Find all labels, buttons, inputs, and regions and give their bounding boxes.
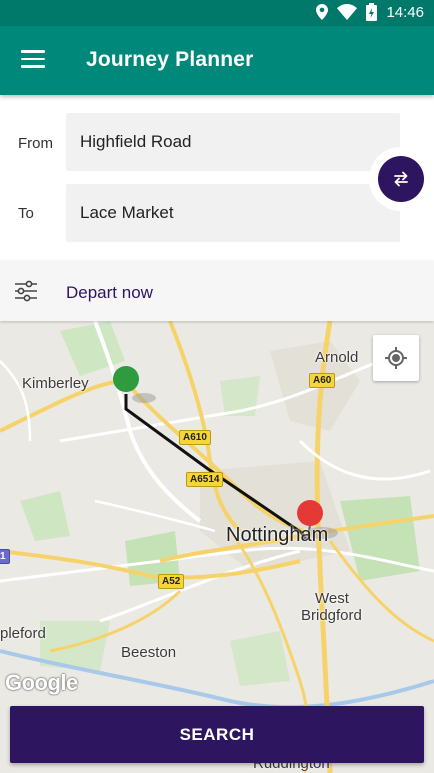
road-edge-marker: 1 bbox=[0, 549, 10, 564]
place-west-bridgford-1: West bbox=[315, 590, 349, 607]
swap-direction-icon bbox=[394, 171, 408, 187]
place-arnold: Arnold bbox=[315, 349, 359, 366]
depart-time-selector[interactable]: Depart now bbox=[0, 261, 434, 321]
search-button[interactable]: SEARCH bbox=[10, 706, 424, 763]
swap-button-container bbox=[369, 147, 433, 211]
place-beeston: Beeston bbox=[121, 644, 177, 661]
place-stapleford: pleford bbox=[0, 625, 46, 642]
app-bar: Journey Planner bbox=[0, 26, 434, 95]
status-bar: 14:46 bbox=[0, 0, 434, 26]
place-kimberley: Kimberley bbox=[22, 375, 89, 392]
depart-label: Depart now bbox=[66, 283, 153, 302]
from-field[interactable]: Highfield Road bbox=[66, 113, 400, 171]
location-icon bbox=[316, 4, 329, 20]
to-field[interactable]: Lace Market bbox=[66, 184, 400, 242]
end-marker[interactable] bbox=[297, 500, 323, 526]
road-a610: A610 bbox=[179, 430, 211, 445]
map-attribution: Google bbox=[5, 670, 78, 695]
sliders-icon bbox=[15, 280, 37, 302]
my-location-icon bbox=[385, 347, 407, 369]
my-location-button[interactable] bbox=[373, 335, 419, 381]
swap-button[interactable] bbox=[378, 156, 424, 202]
start-marker[interactable] bbox=[113, 366, 139, 392]
wifi-icon bbox=[337, 4, 358, 20]
hamburger-menu-icon[interactable] bbox=[21, 50, 45, 70]
status-time: 14:46 bbox=[386, 3, 424, 21]
place-west-bridgford-2: Bridgford bbox=[301, 607, 362, 624]
page-title: Journey Planner bbox=[86, 48, 254, 71]
to-label: To bbox=[18, 205, 34, 222]
place-nottingham: Nottingham bbox=[226, 524, 329, 546]
road-a6514: A6514 bbox=[186, 472, 224, 487]
road-a52: A52 bbox=[158, 574, 185, 589]
from-label: From bbox=[18, 135, 53, 152]
road-a60: A60 bbox=[309, 373, 336, 388]
battery-charging-icon bbox=[366, 3, 378, 21]
